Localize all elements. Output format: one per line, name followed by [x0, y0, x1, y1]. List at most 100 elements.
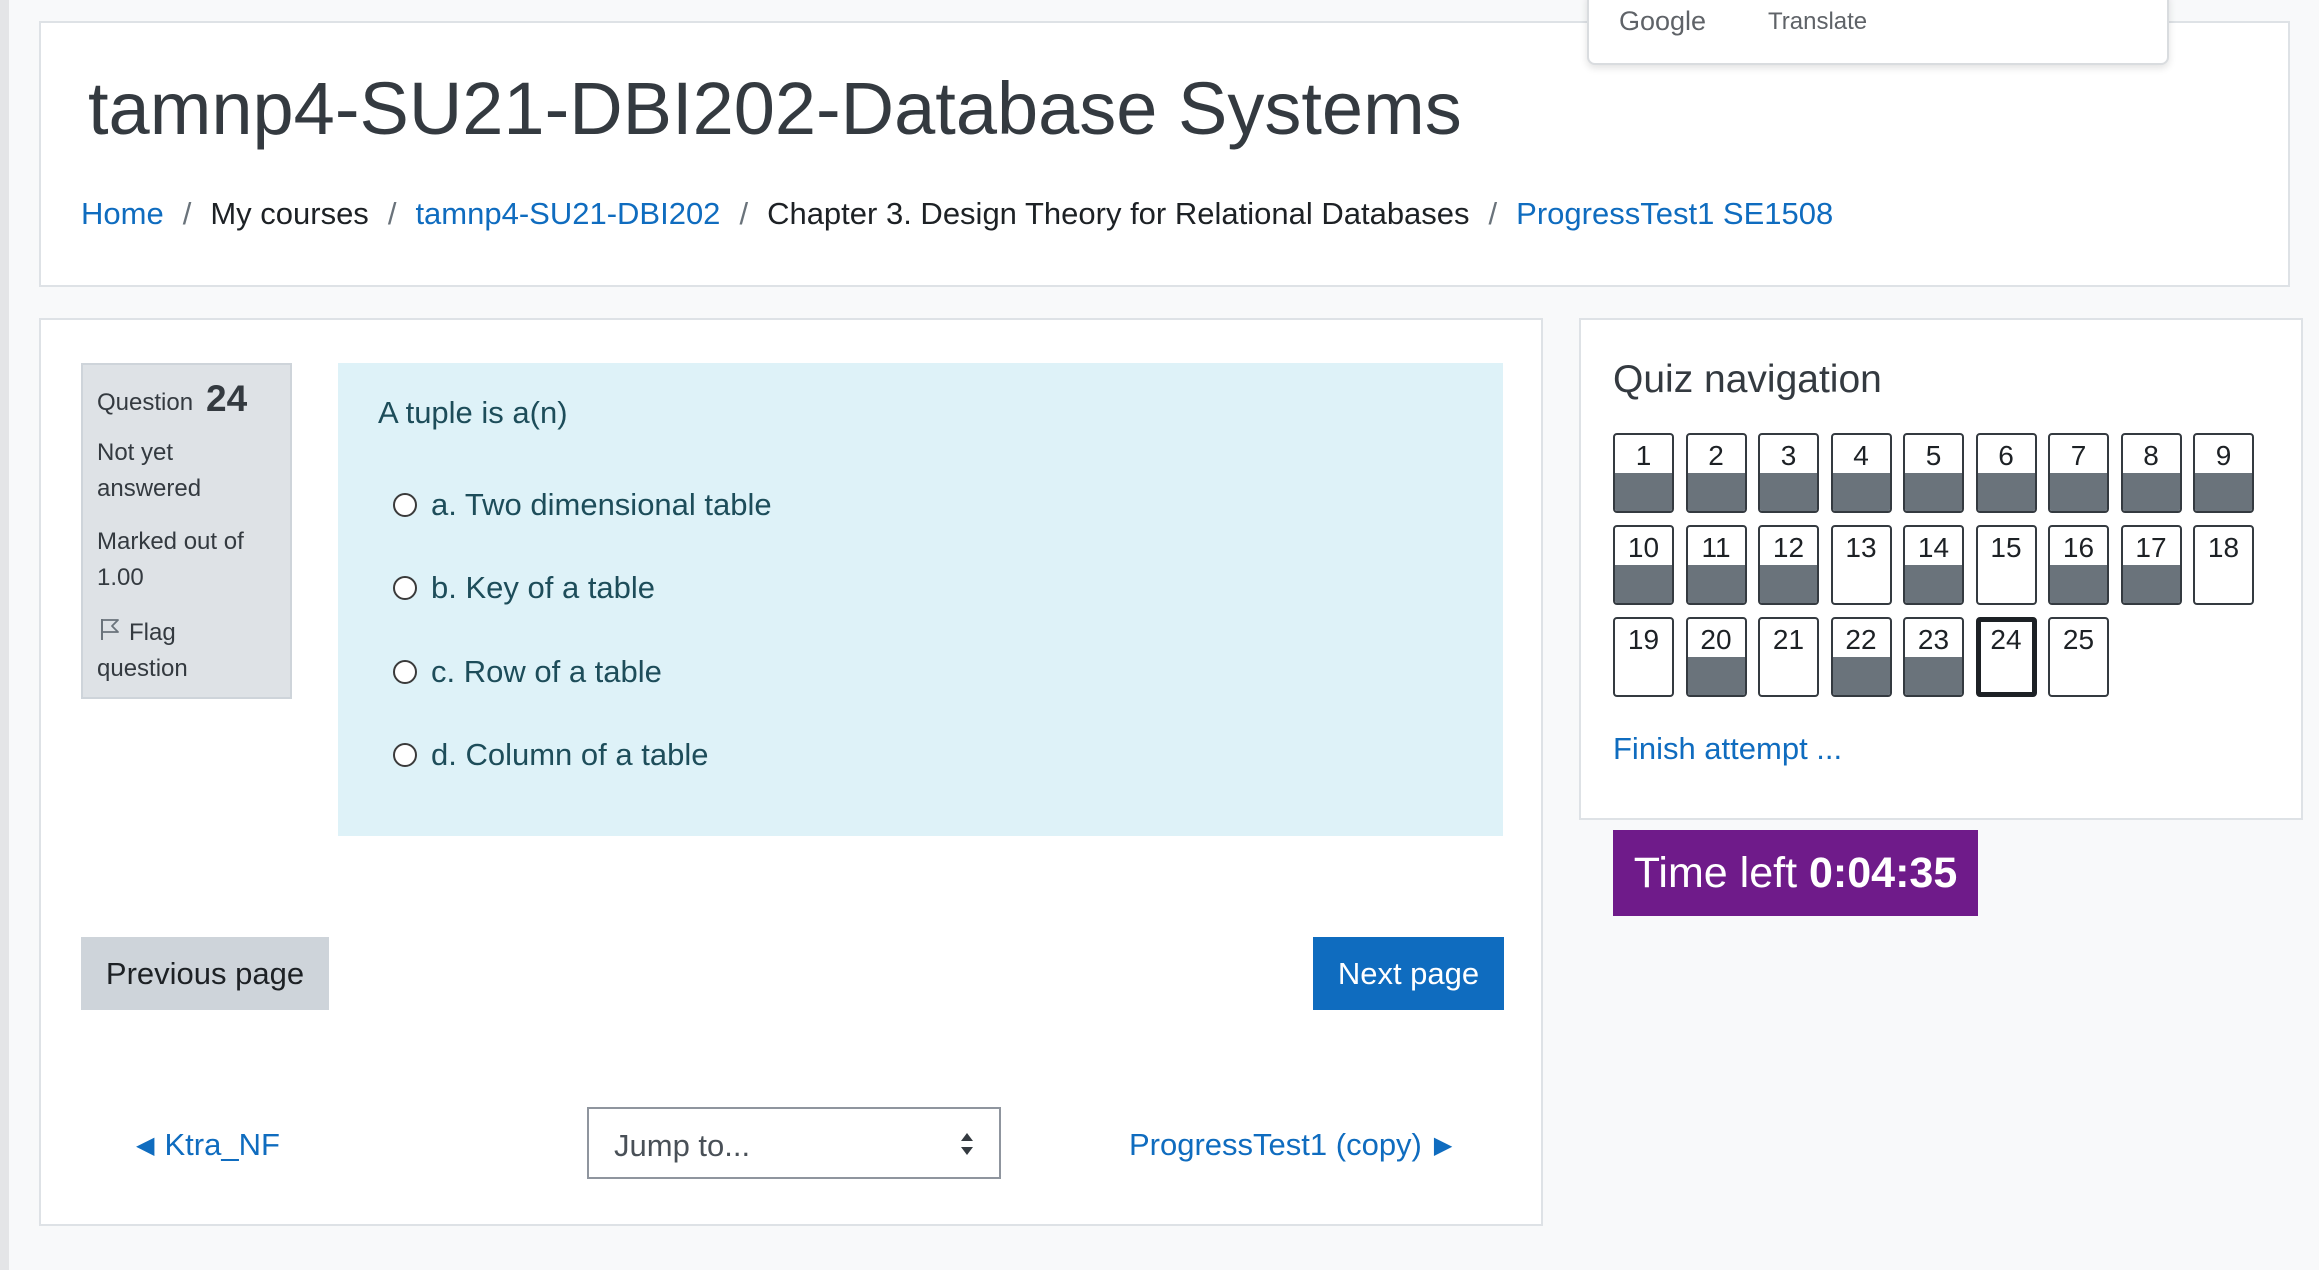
breadcrumb-separator: / [182, 196, 192, 231]
quiz-nav-button-20[interactable]: 20 [1685, 617, 1747, 697]
quiz-nav-button-13[interactable]: 13 [1830, 525, 1892, 605]
quiz-nav-number: 22 [1845, 624, 1877, 655]
answered-indicator [2195, 473, 2252, 511]
answered-indicator [1615, 565, 1672, 603]
next-page-button[interactable]: Next page [1313, 937, 1504, 1010]
quiz-nav-number: 12 [1772, 532, 1805, 563]
radio-button[interactable] [393, 743, 417, 767]
previous-page-button[interactable]: Previous page [81, 937, 329, 1010]
quiz-nav-number: 2 [1708, 440, 1724, 471]
quiz-nav-button-5[interactable]: 5 [1903, 433, 1964, 513]
jump-to-select[interactable]: Jump to... [587, 1107, 1001, 1179]
next-activity-link[interactable]: ProgressTest1 (copy) ▶ [1129, 1127, 1452, 1163]
question-number: 24 [206, 378, 248, 419]
quiz-nav-button-3[interactable]: 3 [1758, 433, 1819, 513]
translate-label: Translate [1768, 8, 1868, 35]
time-left-label: Time left [1633, 848, 1798, 897]
quiz-nav-number: 3 [1780, 440, 1797, 471]
answer-label: b. Key of a table [431, 570, 656, 605]
quiz-nav-button-19[interactable]: 19 [1613, 617, 1674, 697]
quiz-nav-button-15[interactable]: 15 [1975, 525, 2037, 605]
quiz-navigation-title: Quiz navigation [1613, 358, 1882, 401]
question-status: Not yet answered [97, 439, 202, 502]
left-arrow-icon: ◀ [136, 1131, 155, 1159]
quiz-nav-button-6[interactable]: 6 [1975, 433, 2037, 513]
answered-indicator [2050, 473, 2107, 511]
breadcrumb-separator: / [739, 196, 749, 231]
question-mark: Marked out of 1.00 [97, 528, 244, 591]
quiz-nav-number: 14 [1917, 532, 1950, 563]
time-left-value: 0:04:35 [1809, 848, 1958, 897]
quiz-nav-button-8[interactable]: 8 [2120, 433, 2182, 513]
answered-indicator [1832, 473, 1890, 511]
breadcrumb-my-courses: My courses [210, 196, 369, 231]
quiz-nav-button-12[interactable]: 12 [1758, 525, 1819, 605]
quiz-nav-button-25[interactable]: 25 [2048, 617, 2109, 697]
flag-question-link[interactable]: Flag question [97, 615, 267, 687]
quiz-nav-number: 6 [1998, 440, 2014, 471]
quiz-nav-number: 16 [2062, 532, 2095, 563]
quiz-nav-button-23[interactable]: 23 [1903, 617, 1964, 697]
quiz-nav-button-14[interactable]: 14 [1903, 525, 1964, 605]
answered-indicator [1977, 473, 2035, 511]
quiz-nav-button-4[interactable]: 4 [1830, 433, 1892, 513]
quiz-nav-number: 5 [1925, 440, 1942, 471]
finish-attempt-link[interactable]: Finish attempt ... [1613, 731, 1842, 767]
quiz-nav-number: 8 [2143, 440, 2159, 471]
quiz-nav-button-7[interactable]: 7 [2048, 433, 2109, 513]
breadcrumb-home[interactable]: Home [81, 196, 164, 232]
breadcrumb-course[interactable]: tamnp4-SU21-DBI202 [415, 196, 720, 232]
google-logo: Google [1619, 6, 1707, 36]
right-arrow-icon: ▶ [1433, 1131, 1453, 1159]
answered-indicator [1687, 473, 1745, 511]
quiz-nav-number: 4 [1853, 440, 1869, 471]
answered-indicator [1905, 473, 1962, 511]
breadcrumb-separator: / [387, 196, 397, 231]
quiz-nav-button-24[interactable]: 24 [1975, 617, 2037, 697]
previous-activity-label: Ktra_NF [164, 1127, 280, 1162]
time-left-badge: Time left 0:04:35 [1613, 830, 1978, 916]
quiz-nav-number: 9 [2215, 440, 2232, 471]
quiz-nav-button-10[interactable]: 10 [1613, 525, 1674, 605]
answer-option-c[interactable]: c. Row of a table [393, 654, 662, 690]
breadcrumb-quiz[interactable]: ProgressTest1 SE1508 [1516, 196, 1833, 232]
quiz-nav-number: 11 [1701, 532, 1731, 563]
radio-button[interactable] [393, 660, 417, 684]
quiz-nav-button-16[interactable]: 16 [2048, 525, 2109, 605]
quiz-nav-number: 17 [2135, 532, 2167, 563]
answer-option-a[interactable]: a. Two dimensional table [393, 487, 772, 523]
quiz-nav-number: 19 [1627, 624, 1660, 655]
answered-indicator [1760, 565, 1817, 603]
select-arrows-icon [961, 1133, 973, 1155]
quiz-nav-number: 25 [2062, 624, 2095, 655]
answered-indicator [1905, 657, 1962, 695]
radio-button[interactable] [393, 493, 417, 517]
quiz-nav-number: 20 [1700, 624, 1732, 655]
answer-label: c. Row of a table [431, 654, 662, 689]
quiz-nav-number: 21 [1772, 624, 1805, 655]
radio-button[interactable] [393, 576, 417, 600]
quiz-nav-number: 18 [2207, 532, 2240, 563]
quiz-nav-button-18[interactable]: 18 [2193, 525, 2254, 605]
previous-activity-link[interactable]: ◀ Ktra_NF [136, 1127, 280, 1163]
quiz-nav-button-11[interactable]: 11 [1685, 525, 1747, 605]
question-label: Question [97, 389, 194, 416]
quiz-nav-number: 24 [1990, 624, 2022, 655]
question-text: A tuple is a(n) [378, 395, 568, 430]
quiz-nav-button-17[interactable]: 17 [2120, 525, 2182, 605]
answer-option-b[interactable]: b. Key of a table [393, 570, 655, 606]
quiz-nav-button-21[interactable]: 21 [1758, 617, 1819, 697]
answered-indicator [1687, 565, 1745, 603]
answered-indicator [2122, 473, 2180, 511]
quiz-nav-button-22[interactable]: 22 [1830, 617, 1892, 697]
answered-indicator [2050, 565, 2107, 603]
quiz-nav-button-1[interactable]: 1 [1613, 433, 1674, 513]
quiz-nav-button-2[interactable]: 2 [1685, 433, 1747, 513]
google-translate-popup[interactable]: Google Translate [1587, 0, 2169, 65]
quiz-nav-button-9[interactable]: 9 [2193, 433, 2254, 513]
answer-label: d. Column of a table [431, 737, 709, 772]
answered-indicator [1615, 473, 1672, 511]
breadcrumb: Home / My courses / tamnp4-SU21-DBI202 /… [81, 196, 1833, 232]
quiz-nav-number: 23 [1917, 624, 1950, 655]
answer-option-d[interactable]: d. Column of a table [393, 737, 708, 773]
